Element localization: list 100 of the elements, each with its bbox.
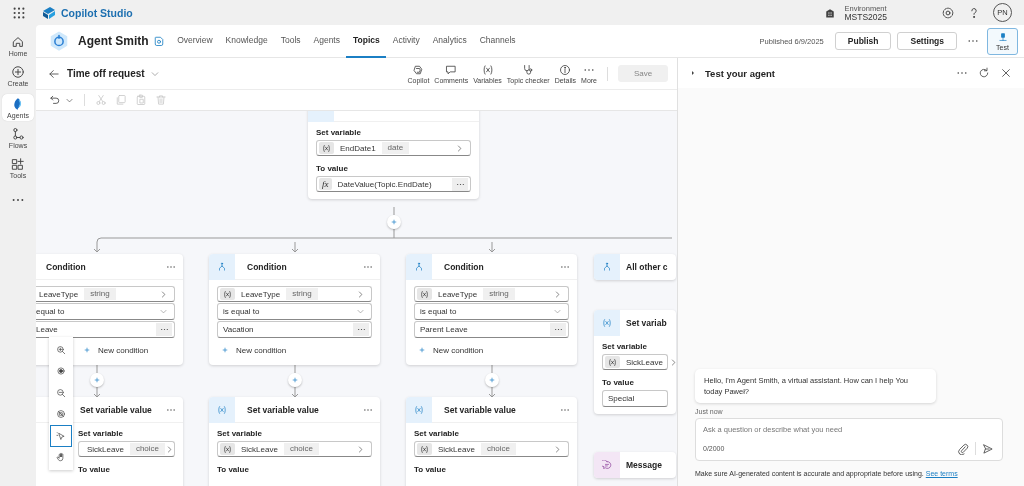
zoom-out-icon: [56, 387, 66, 398]
branch-corner: [96, 237, 102, 243]
node-title: Set variable value: [247, 404, 319, 415]
nav-tab[interactable]: Agents: [307, 24, 347, 58]
nav-tab[interactable]: Activity: [386, 24, 427, 58]
plus-icon: [389, 217, 399, 227]
variable-name: SickLeave: [437, 444, 476, 454]
new-condition-button[interactable]: New condition: [38, 345, 149, 355]
variable-field[interactable]: EndDate1 date: [316, 140, 471, 156]
undo-icon[interactable]: [49, 94, 61, 106]
topic-title-dropdown[interactable]: Time off request: [67, 68, 160, 79]
node-title: Set variable value: [444, 404, 516, 415]
pointer-button[interactable]: [50, 425, 72, 447]
zoom-in-icon: [56, 344, 66, 355]
variable-field[interactable]: LeaveType string: [36, 286, 175, 302]
flows-icon: [11, 126, 25, 141]
settings-icon[interactable]: [941, 5, 955, 20]
branch-icon: [414, 261, 424, 272]
operator-dropdown[interactable]: equal to: [36, 303, 175, 320]
field-label: Set variable: [414, 429, 460, 438]
add-step-button[interactable]: [288, 373, 302, 387]
create-icon: [11, 64, 25, 79]
variable-type: choice: [480, 443, 517, 455]
variable-type: string: [483, 288, 515, 300]
connector-line: [491, 364, 493, 374]
plus-icon: [487, 375, 497, 385]
variable-field[interactable]: LeaveType string: [217, 286, 372, 302]
connector-arrow: [93, 241, 101, 253]
value-field[interactable]: Leave: [36, 321, 175, 338]
add-step-button[interactable]: [485, 373, 499, 387]
value-field[interactable]: Parent Leave: [414, 321, 569, 338]
app-name: Copilot Studio: [61, 6, 133, 19]
chevron-right-icon: [356, 444, 365, 454]
field-label: To value: [217, 465, 250, 474]
variable-field[interactable]: SickLeave choice: [217, 441, 372, 457]
nav-tab[interactable]: Knowledge: [219, 24, 275, 58]
connector-line: [393, 206, 395, 216]
variable-icon: [414, 404, 424, 415]
variable-name: LeaveType: [437, 289, 479, 299]
nav-tab[interactable]: Topics: [346, 24, 387, 58]
node-title: Message: [626, 460, 662, 470]
branch-icon: [217, 261, 227, 272]
header-button[interactable]: Settings: [897, 32, 957, 50]
field-label: Set variable: [316, 128, 362, 137]
add-step-button[interactable]: [90, 373, 104, 387]
connector-arrow: [488, 241, 496, 253]
variable-field[interactable]: SickLeave choice: [414, 441, 569, 457]
field-label: To value: [78, 465, 111, 474]
refresh-icon[interactable]: [978, 67, 990, 79]
nav-tab[interactable]: Overview: [170, 24, 220, 58]
chevron-right-icon: [159, 289, 168, 299]
details-icon: [559, 63, 572, 76]
nav-tab[interactable]: Tools: [274, 24, 307, 58]
field-label: Set variable: [217, 429, 263, 438]
plus-icon: [220, 345, 230, 355]
chevron-right-icon: [553, 289, 562, 299]
variable-field[interactable]: SickLeave choice: [78, 441, 175, 457]
formula-field[interactable]: fx DateValue(Topic.EndDate): [316, 176, 471, 192]
header-button[interactable]: Publish: [834, 32, 892, 50]
connector-line: [294, 364, 296, 374]
environment-name: MSTS2025: [844, 12, 887, 22]
node-title: Set variable value: [80, 404, 152, 415]
back-arrow-icon[interactable]: [48, 67, 60, 80]
app-launcher-icon[interactable]: [12, 5, 26, 20]
variable-name: SickLeave: [86, 444, 125, 454]
field-label: To value: [602, 378, 635, 387]
send-icon[interactable]: [982, 442, 994, 455]
value-field[interactable]: Vacation: [217, 321, 372, 338]
agent-badge-icon[interactable]: [152, 35, 165, 47]
variable-field[interactable]: LeaveType string: [414, 286, 569, 302]
node-title: Set variab: [626, 318, 667, 328]
attach-icon[interactable]: [957, 442, 969, 455]
new-condition-button[interactable]: New condition: [414, 345, 484, 355]
home-icon: [11, 34, 25, 49]
chevron-right-icon: [165, 444, 175, 454]
node-title: Condition: [46, 261, 86, 272]
chevron-down-icon: [159, 307, 168, 316]
operator-dropdown[interactable]: is equal to: [217, 303, 372, 320]
connector-arrow: [93, 386, 101, 398]
recenter-icon: [56, 366, 66, 377]
chevron-right-icon: [356, 289, 365, 299]
branch-icon: [602, 262, 612, 272]
chevron-down-icon: [356, 307, 365, 316]
add-step-button[interactable]: [387, 215, 401, 229]
nav-tab[interactable]: Analytics: [426, 24, 474, 58]
close-icon[interactable]: [1000, 67, 1012, 79]
comments-icon: [445, 63, 458, 76]
test-icon: [997, 31, 1008, 42]
node-title: Condition: [444, 261, 484, 272]
operator-dropdown[interactable]: is equal to: [414, 303, 569, 320]
new-condition-button[interactable]: New condition: [217, 345, 287, 355]
field-label: Set variable: [602, 342, 648, 351]
variable-type: choice: [283, 443, 320, 455]
nav-tab[interactable]: Channels: [473, 24, 523, 58]
plus-icon: [92, 375, 102, 385]
value-field[interactable]: Special: [602, 390, 668, 407]
connector-line: [393, 228, 395, 239]
caret-icon[interactable]: [689, 69, 697, 77]
connector-arrow: [291, 241, 299, 253]
variable-type: string: [84, 288, 116, 300]
